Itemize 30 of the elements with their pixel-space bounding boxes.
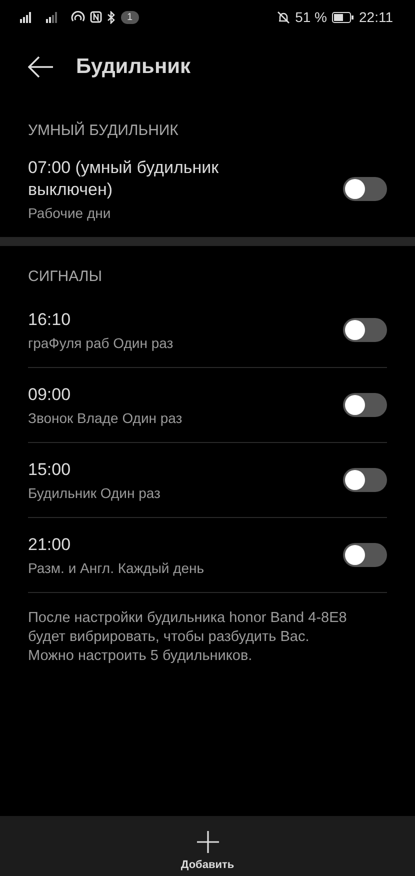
section-title: СИГНАЛЫ bbox=[27, 267, 104, 287]
page-title: Будильник bbox=[76, 55, 191, 79]
battery-icon bbox=[332, 12, 354, 22]
alarm-detail: Звонок Владе Один раз bbox=[28, 410, 184, 426]
alarm-time: 15:00 bbox=[28, 459, 72, 481]
alarm-time: 16:10 bbox=[28, 309, 72, 331]
alarm-detail: Будильник Один раз bbox=[28, 485, 162, 501]
plus-icon bbox=[196, 831, 218, 853]
alarm-toggle[interactable] bbox=[343, 177, 387, 201]
back-button[interactable] bbox=[28, 56, 54, 78]
clock-time: 22:11 bbox=[359, 9, 393, 25]
alarm-toggle[interactable] bbox=[343, 543, 387, 567]
alarm-detail: граФуля раб Один раз bbox=[28, 335, 174, 351]
alarm-detail: Разм. и Англ. Каждый день bbox=[28, 560, 206, 576]
alarm-time: 21:00 bbox=[28, 534, 72, 556]
alarm-toggle[interactable] bbox=[343, 393, 387, 417]
section-title: УМНЫЙ БУДИЛЬНИК bbox=[27, 120, 180, 141]
nfc-icon bbox=[90, 11, 102, 23]
alarm-toggle[interactable] bbox=[343, 318, 387, 342]
notification-badge: 1 bbox=[121, 10, 139, 24]
bell-off-icon bbox=[277, 10, 290, 24]
add-button[interactable]: Добавить bbox=[174, 830, 240, 872]
alarm-time: 07:00 (умный будильник выключен) bbox=[28, 157, 220, 201]
alarm-detail: Рабочие дни bbox=[28, 205, 112, 221]
alarm-toggle[interactable] bbox=[343, 468, 387, 492]
hotspot-icon bbox=[71, 11, 85, 23]
alarm-time: 09:00 bbox=[28, 384, 72, 406]
battery-percent: 51 % bbox=[295, 9, 327, 25]
info-text: После настройки будильника honor Band 4-8E8 будет вибрировать, чтобы разбудить Вас. Можно настроить 5 будильников. bbox=[28, 609, 348, 666]
bluetooth-icon bbox=[107, 10, 116, 24]
